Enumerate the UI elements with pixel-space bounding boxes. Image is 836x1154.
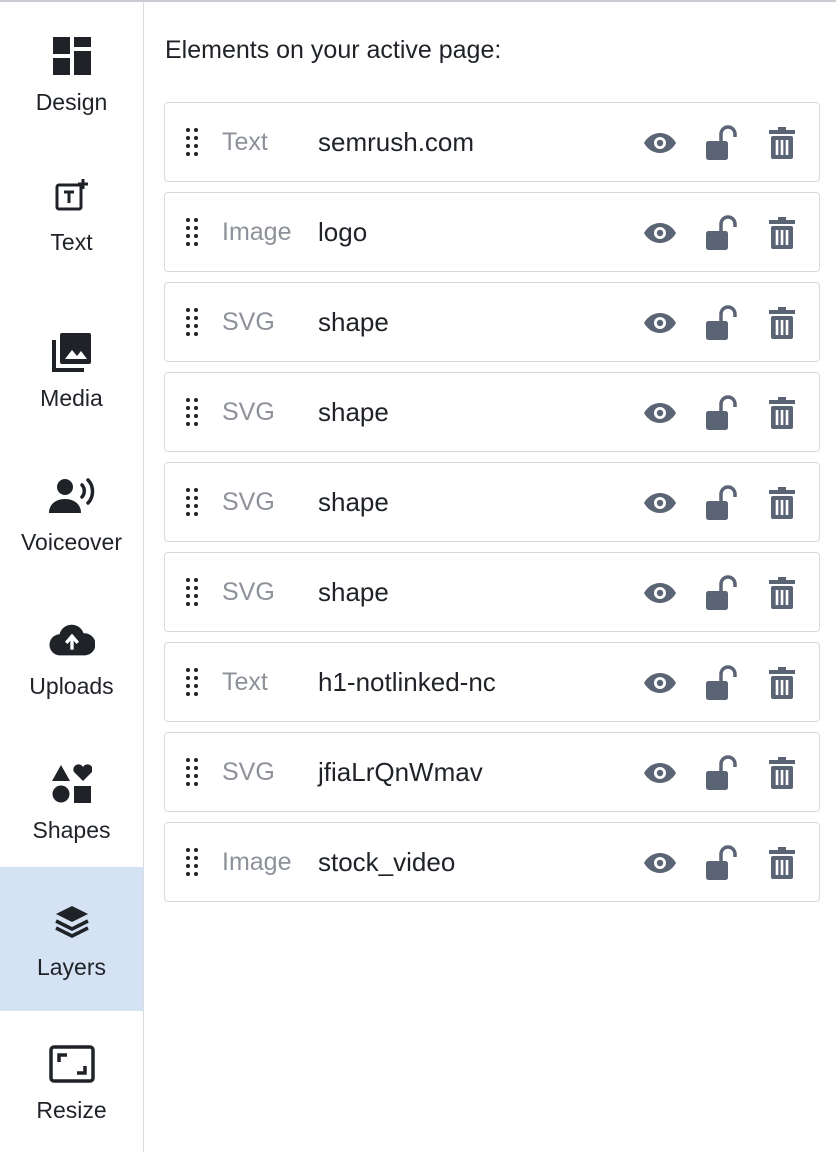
shapes-icon bbox=[49, 761, 95, 807]
sidebar-item-label: Design bbox=[35, 88, 108, 115]
layer-name: shape bbox=[318, 307, 389, 337]
eye-icon[interactable] bbox=[641, 574, 679, 612]
sidebar-item-shapes[interactable]: Shapes bbox=[0, 730, 143, 874]
drag-handle-icon[interactable] bbox=[185, 217, 199, 247]
sidebar-item-label: Uploads bbox=[29, 672, 114, 699]
layer-row[interactable]: SVG shape bbox=[164, 552, 820, 632]
layer-name: jfiaLrQnWmav bbox=[318, 757, 483, 787]
layer-name: logo bbox=[318, 217, 368, 247]
trash-icon[interactable] bbox=[763, 844, 801, 882]
unlock-icon[interactable] bbox=[702, 214, 740, 252]
trash-icon[interactable] bbox=[763, 394, 801, 432]
trash-icon[interactable] bbox=[763, 754, 801, 792]
sidebar-item-resize[interactable]: Resize bbox=[0, 1010, 143, 1154]
trash-icon[interactable] bbox=[763, 124, 801, 162]
eye-icon[interactable] bbox=[641, 844, 679, 882]
sidebar-item-label: Voiceover bbox=[20, 528, 122, 555]
design-grid-icon bbox=[49, 33, 95, 79]
sidebar-item-uploads[interactable]: Uploads bbox=[0, 586, 143, 730]
eye-icon[interactable] bbox=[641, 124, 679, 162]
layer-name: h1-notlinked-nc bbox=[318, 667, 496, 697]
sidebar-item-voiceover[interactable]: Voiceover bbox=[0, 442, 143, 586]
drag-handle-icon[interactable] bbox=[185, 847, 199, 877]
unlock-icon[interactable] bbox=[702, 754, 740, 792]
unlock-icon[interactable] bbox=[702, 664, 740, 702]
sidebar-item-label: Resize bbox=[36, 1096, 107, 1123]
sidebar-item-label: Text bbox=[50, 228, 93, 255]
sidebar-item-media[interactable]: Media bbox=[0, 298, 143, 442]
layer-row[interactable]: SVG shape bbox=[164, 462, 820, 542]
trash-icon[interactable] bbox=[763, 304, 801, 342]
trash-icon[interactable] bbox=[763, 574, 801, 612]
layer-name: semrush.com bbox=[318, 127, 475, 157]
layer-row[interactable]: SVG shape bbox=[164, 372, 820, 452]
layer-name: shape bbox=[318, 577, 389, 607]
layer-row[interactable]: SVG jfiaLrQnWmav bbox=[164, 732, 820, 812]
cloud-upload-icon bbox=[48, 617, 95, 663]
layer-type: Text bbox=[222, 668, 268, 696]
drag-handle-icon[interactable] bbox=[185, 397, 199, 427]
trash-icon[interactable] bbox=[763, 214, 801, 252]
panel-heading: Elements on your active page: bbox=[165, 36, 502, 64]
layer-name: shape bbox=[318, 397, 389, 427]
sidebar-item-design[interactable]: Design bbox=[0, 2, 143, 146]
drag-handle-icon[interactable] bbox=[185, 487, 199, 517]
drag-handle-icon[interactable] bbox=[185, 577, 199, 607]
eye-icon[interactable] bbox=[641, 664, 679, 702]
layer-type: Text bbox=[222, 128, 268, 156]
unlock-icon[interactable] bbox=[702, 574, 740, 612]
layer-type: Image bbox=[222, 848, 292, 876]
eye-icon[interactable] bbox=[641, 304, 679, 342]
eye-icon[interactable] bbox=[641, 484, 679, 522]
unlock-icon[interactable] bbox=[702, 844, 740, 882]
layer-type: Image bbox=[222, 218, 292, 246]
layer-type: SVG bbox=[222, 578, 275, 606]
layers-icon bbox=[49, 898, 95, 944]
drag-handle-icon[interactable] bbox=[185, 127, 199, 157]
eye-icon[interactable] bbox=[641, 754, 679, 792]
trash-icon[interactable] bbox=[763, 664, 801, 702]
unlock-icon[interactable] bbox=[702, 484, 740, 522]
layer-name: shape bbox=[318, 487, 389, 517]
layer-row[interactable]: SVG shape bbox=[164, 282, 820, 362]
add-text-icon bbox=[49, 173, 95, 219]
sidebar-item-label: Shapes bbox=[32, 816, 111, 843]
drag-handle-icon[interactable] bbox=[185, 667, 199, 697]
layer-type: SVG bbox=[222, 758, 275, 786]
sidebar-item-label: Layers bbox=[36, 953, 107, 980]
sidebar-item-label: Media bbox=[40, 384, 103, 411]
layer-type: SVG bbox=[222, 308, 275, 336]
media-gallery-icon bbox=[49, 329, 95, 375]
sidebar-item-text[interactable]: Text bbox=[0, 142, 143, 286]
layer-row[interactable]: Text semrush.com bbox=[164, 102, 820, 182]
voiceover-speaker-icon bbox=[48, 473, 95, 519]
sidebar-item-layers[interactable]: Layers bbox=[0, 867, 143, 1011]
layer-row[interactable]: Text h1-notlinked-nc bbox=[164, 642, 820, 722]
layer-row[interactable]: Image stock_video bbox=[164, 822, 820, 902]
eye-icon[interactable] bbox=[641, 214, 679, 252]
unlock-icon[interactable] bbox=[702, 394, 740, 432]
unlock-icon[interactable] bbox=[702, 124, 740, 162]
sidebar: Design Text Media Voiceover Uploads Shap… bbox=[0, 2, 144, 1152]
layer-row[interactable]: Image logo bbox=[164, 192, 820, 272]
drag-handle-icon[interactable] bbox=[185, 307, 199, 337]
unlock-icon[interactable] bbox=[702, 304, 740, 342]
resize-frame-icon bbox=[48, 1041, 95, 1087]
layer-name: stock_video bbox=[318, 847, 456, 877]
layer-type: SVG bbox=[222, 488, 275, 516]
eye-icon[interactable] bbox=[641, 394, 679, 432]
drag-handle-icon[interactable] bbox=[185, 757, 199, 787]
layer-type: SVG bbox=[222, 398, 275, 426]
trash-icon[interactable] bbox=[763, 484, 801, 522]
